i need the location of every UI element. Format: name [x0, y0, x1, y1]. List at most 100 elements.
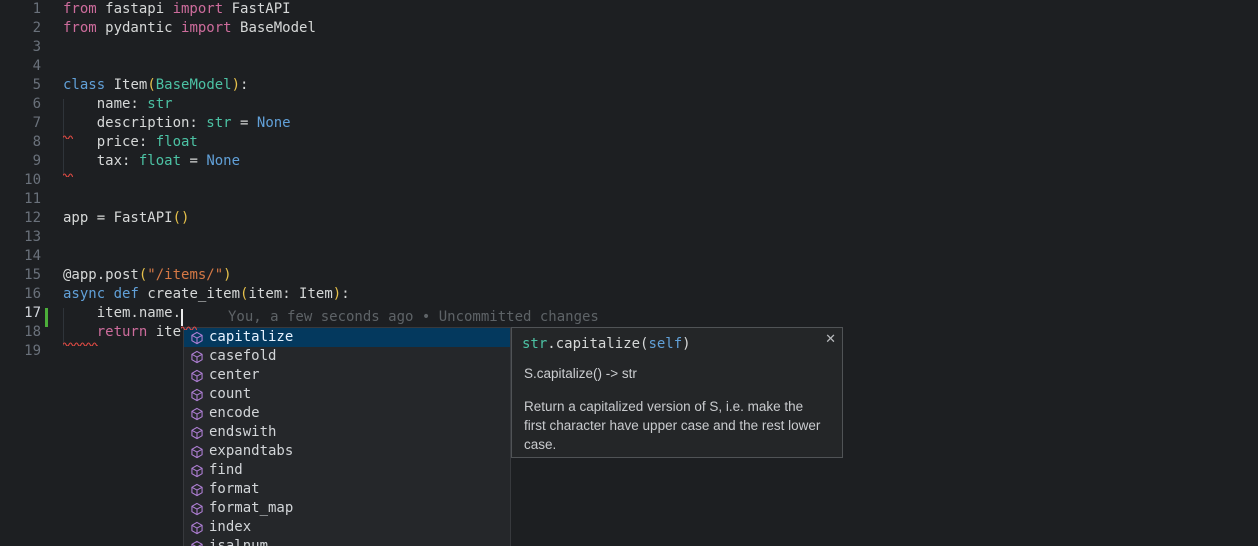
- code-line[interactable]: 17 item.name.: [0, 304, 1258, 323]
- symbol-method-icon: [190, 483, 204, 497]
- docs-description-line: first character have upper case and the …: [524, 416, 830, 435]
- git-added-gutter-marker: [45, 308, 48, 327]
- code-line[interactable]: 5 class Item(BaseModel):: [0, 76, 1258, 95]
- suggest-item-label: center: [209, 366, 260, 385]
- line-number[interactable]: 17: [0, 304, 41, 323]
- suggest-item-label: format: [209, 480, 260, 499]
- error-squiggle: [63, 134, 73, 139]
- code-line[interactable]: 7 description: str = None: [0, 114, 1258, 133]
- code-text: item.name.: [63, 304, 181, 323]
- symbol-method-icon: [190, 464, 204, 478]
- suggest-item-format_map[interactable]: format_map: [184, 499, 510, 518]
- suggest-item-label: index: [209, 518, 251, 537]
- code-text: tax: float = None: [63, 152, 240, 171]
- line-number[interactable]: 13: [0, 228, 41, 247]
- method-signature: str.capitalize(self): [512, 328, 842, 354]
- line-number[interactable]: 7: [0, 114, 41, 133]
- suggest-item-isalnum[interactable]: isalnum: [184, 537, 510, 546]
- code-line[interactable]: 1 from fastapi import FastAPI: [0, 0, 1258, 19]
- code-line[interactable]: 16 async def create_item(item: Item):: [0, 285, 1258, 304]
- line-number[interactable]: 4: [0, 57, 41, 76]
- line-number[interactable]: 6: [0, 95, 41, 114]
- code-text: from pydantic import BaseModel: [63, 19, 316, 38]
- code-text: @app.post("/items/"): [63, 266, 232, 285]
- code-editor[interactable]: 1 from fastapi import FastAPI 2 from pydant…: [0, 0, 1258, 546]
- line-number[interactable]: 1: [0, 0, 41, 19]
- symbol-method-icon: [190, 331, 204, 345]
- suggest-item-label: isalnum: [209, 537, 268, 546]
- docs-description-line: case.: [524, 435, 830, 454]
- code-line[interactable]: 12 app = FastAPI(): [0, 209, 1258, 228]
- line-number[interactable]: 5: [0, 76, 41, 95]
- error-squiggle: [181, 325, 197, 330]
- suggest-item-count[interactable]: count: [184, 385, 510, 404]
- close-icon[interactable]: ✕: [825, 331, 836, 347]
- signature-close-paren: ): [682, 336, 690, 352]
- symbol-method-icon: [190, 445, 204, 459]
- suggest-item-center[interactable]: center: [184, 366, 510, 385]
- line-number[interactable]: 10: [0, 171, 41, 190]
- suggest-item-label: endswith: [209, 423, 276, 442]
- code-area[interactable]: 1 from fastapi import FastAPI 2 from pydant…: [0, 0, 1258, 361]
- suggest-item-casefold[interactable]: casefold: [184, 347, 510, 366]
- line-number[interactable]: 18: [0, 323, 41, 342]
- code-text: async def create_item(item: Item):: [63, 285, 350, 304]
- signature-type: str: [522, 336, 547, 352]
- docs-description: Return a capitalized version of S, i.e. …: [512, 397, 842, 454]
- text-cursor: [181, 309, 183, 326]
- code-line[interactable]: 4: [0, 57, 1258, 76]
- code-line[interactable]: 2 from pydantic import BaseModel: [0, 19, 1258, 38]
- line-number[interactable]: 3: [0, 38, 41, 57]
- symbol-method-icon: [190, 350, 204, 364]
- suggest-item-format[interactable]: format: [184, 480, 510, 499]
- line-number[interactable]: 2: [0, 19, 41, 38]
- symbol-method-icon: [190, 369, 204, 383]
- code-line[interactable]: 14: [0, 247, 1258, 266]
- line-number[interactable]: 11: [0, 190, 41, 209]
- signature-member: .capitalize(: [547, 336, 648, 352]
- suggest-item-endswith[interactable]: endswith: [184, 423, 510, 442]
- signature-param: self: [648, 336, 682, 352]
- code-text: app = FastAPI(): [63, 209, 189, 228]
- suggest-item-index[interactable]: index: [184, 518, 510, 537]
- line-number[interactable]: 8: [0, 133, 41, 152]
- code-line[interactable]: 13: [0, 228, 1258, 247]
- line-number[interactable]: 16: [0, 285, 41, 304]
- docs-summary: S.capitalize() -> str: [512, 365, 842, 382]
- suggest-item-label: casefold: [209, 347, 276, 366]
- line-number[interactable]: 15: [0, 266, 41, 285]
- code-text: return ite: [63, 323, 181, 342]
- code-line[interactable]: 11: [0, 190, 1258, 209]
- suggest-item-label: capitalize: [209, 328, 293, 347]
- suggest-item-find[interactable]: find: [184, 461, 510, 480]
- line-number[interactable]: 9: [0, 152, 41, 171]
- symbol-method-icon: [190, 407, 204, 421]
- code-line[interactable]: 10: [0, 171, 1258, 190]
- docs-description-line: Return a capitalized version of S, i.e. …: [524, 397, 830, 416]
- line-number[interactable]: 14: [0, 247, 41, 266]
- suggest-item-label: format_map: [209, 499, 293, 518]
- error-squiggle: [63, 172, 73, 177]
- code-text: price: float: [63, 133, 198, 152]
- suggest-item-label: count: [209, 385, 251, 404]
- line-number[interactable]: 12: [0, 209, 41, 228]
- code-line[interactable]: 9 tax: float = None: [0, 152, 1258, 171]
- code-text: class Item(BaseModel):: [63, 76, 248, 95]
- suggest-item-expandtabs[interactable]: expandtabs: [184, 442, 510, 461]
- symbol-method-icon: [190, 388, 204, 402]
- line-number[interactable]: 19: [0, 342, 41, 361]
- symbol-method-icon: [190, 521, 204, 535]
- code-line[interactable]: 8 price: float: [0, 133, 1258, 152]
- code-line[interactable]: 6 name: str: [0, 95, 1258, 114]
- symbol-method-icon: [190, 502, 204, 516]
- git-blame-annotation: You, a few seconds ago • Uncommitted cha…: [228, 308, 599, 327]
- code-text: name: str: [63, 95, 173, 114]
- autocomplete-suggest-list[interactable]: capitalizecasefoldcentercountencodeendsw…: [183, 327, 511, 546]
- code-text: from fastapi import FastAPI: [63, 0, 291, 19]
- code-line[interactable]: 3: [0, 38, 1258, 57]
- suggest-item-capitalize[interactable]: capitalize: [184, 328, 510, 347]
- suggest-item-encode[interactable]: encode: [184, 404, 510, 423]
- code-line[interactable]: 15 @app.post("/items/"): [0, 266, 1258, 285]
- suggest-item-label: encode: [209, 404, 260, 423]
- symbol-method-icon: [190, 540, 204, 546]
